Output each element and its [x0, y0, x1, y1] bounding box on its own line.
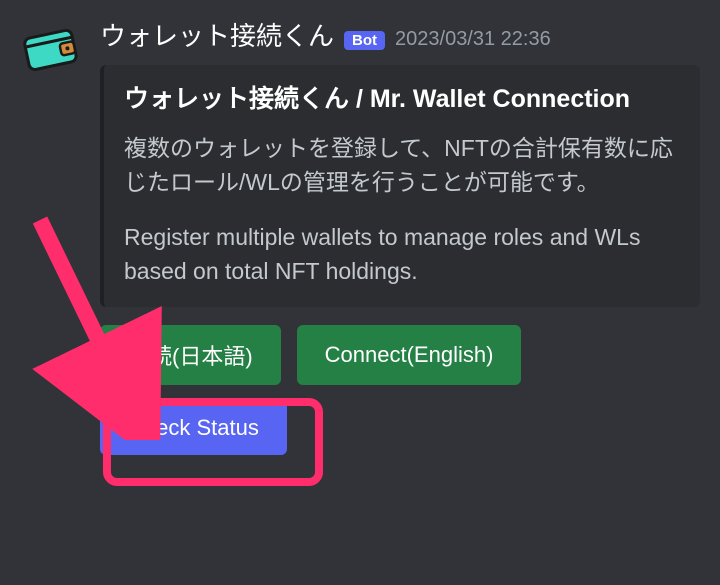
message-header: ウォレット接続くん Bot 2023/03/31 22:36	[100, 16, 700, 53]
connect-jp-button[interactable]: 接続(日本語)	[100, 325, 281, 385]
embed-title: ウォレット接続くん / Mr. Wallet Connection	[124, 83, 680, 117]
embed-desc-jp: 複数のウォレットを登録して、NFTの合計保有数に応じたロール/WLの管理を行うこ…	[124, 131, 680, 200]
message-content: ウォレット接続くん Bot 2023/03/31 22:36 ウォレット接続くん…	[100, 16, 700, 471]
check-status-button[interactable]: Check Status	[100, 401, 287, 455]
connect-en-button[interactable]: Connect(English)	[297, 325, 522, 385]
embed-desc-en: Register multiple wallets to manage role…	[124, 220, 680, 289]
button-row-2: Check Status	[100, 401, 700, 455]
embed-card: ウォレット接続くん / Mr. Wallet Connection 複数のウォレ…	[100, 65, 700, 307]
embed-description: 複数のウォレットを登録して、NFTの合計保有数に応じたロール/WLの管理を行うこ…	[124, 131, 680, 289]
button-row-1: 接続(日本語) Connect(English)	[100, 325, 700, 385]
discord-message: ウォレット接続くん Bot 2023/03/31 22:36 ウォレット接続くん…	[0, 0, 720, 471]
bot-badge: Bot	[344, 31, 385, 50]
timestamp: 2023/03/31 22:36	[395, 28, 551, 51]
bot-avatar	[20, 16, 80, 76]
bot-name: ウォレット接続くん	[100, 16, 334, 53]
